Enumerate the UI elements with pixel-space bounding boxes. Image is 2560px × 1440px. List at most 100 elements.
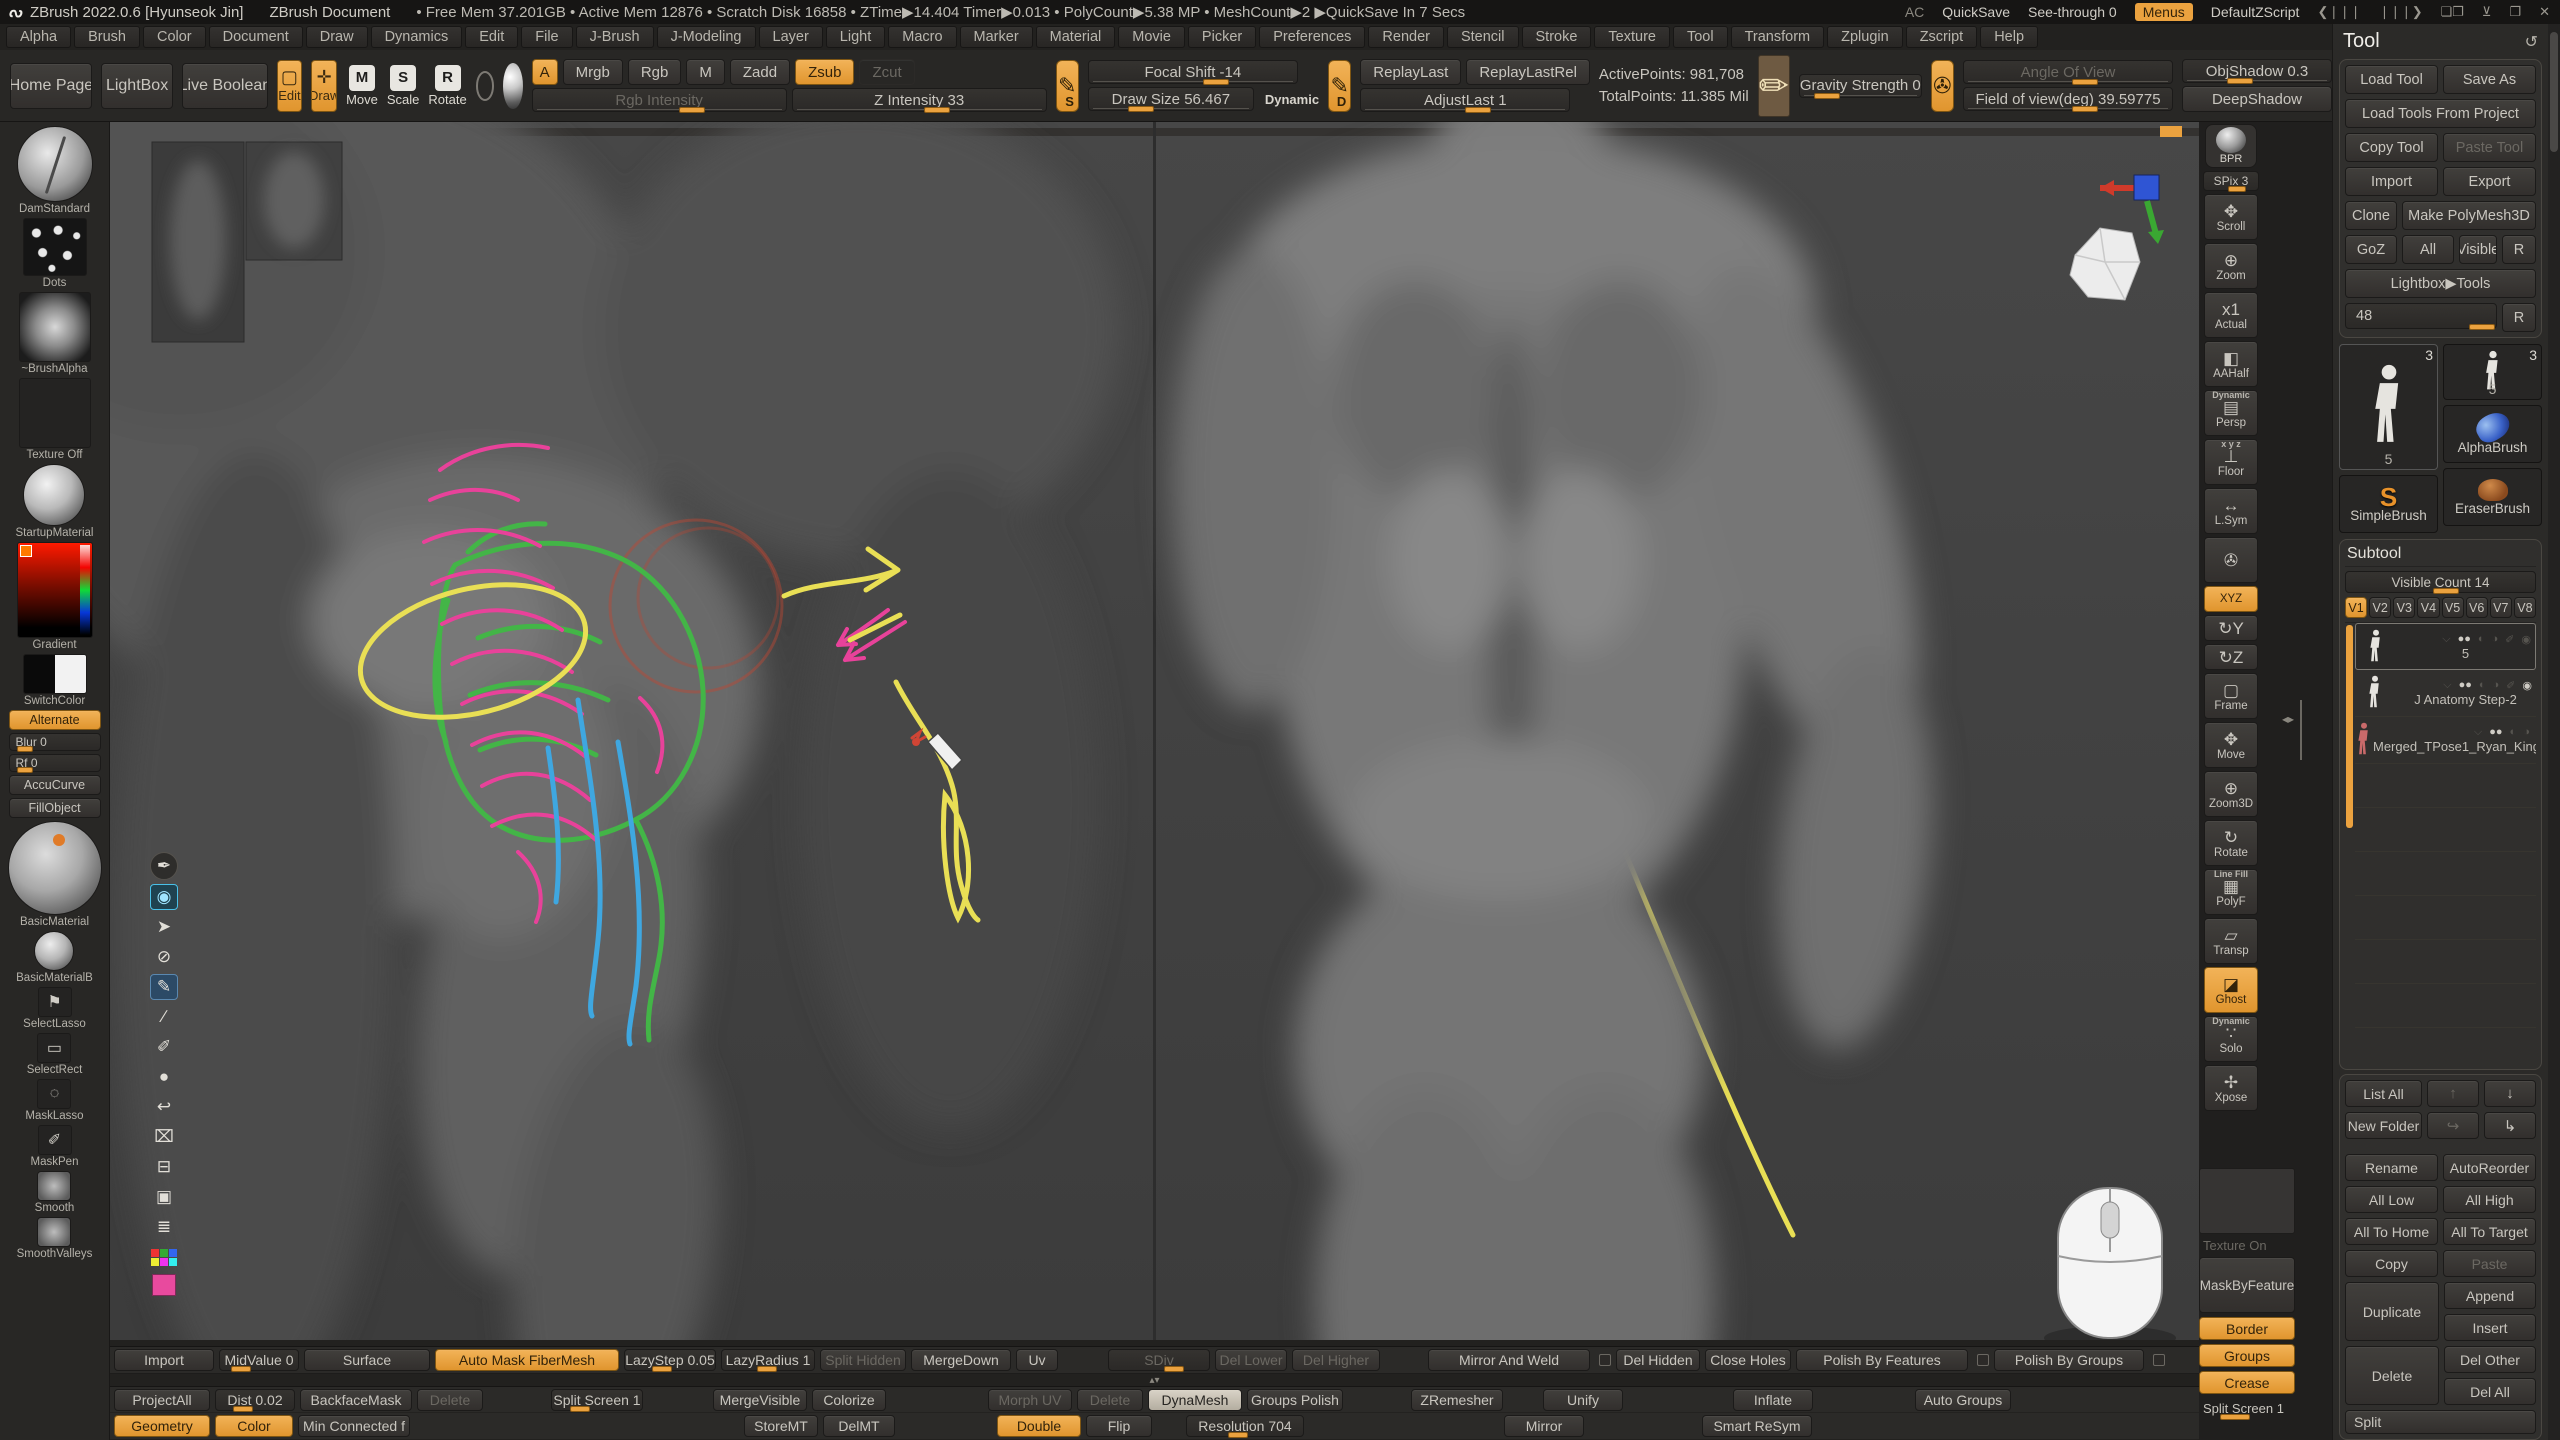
field-of-view-slider[interactable]: Field of view(deg) 39.59775 — [1963, 87, 2173, 111]
visible-count-slider[interactable]: Visible Count 14 — [2345, 571, 2536, 593]
subtool-tab-v1[interactable]: V1 — [2345, 597, 2367, 618]
subtool-brush-icon[interactable]: ✐ — [2506, 679, 2515, 692]
subtool-pair-icon[interactable]: ●● — [2458, 633, 2471, 646]
subtool-tab-v8[interactable]: V8 — [2514, 597, 2536, 618]
resolution-704-slider[interactable]: Resolution 704 — [1186, 1415, 1304, 1437]
morph-uv-button[interactable]: Morph UV — [988, 1389, 1072, 1411]
mrgb-button[interactable]: Mrgb — [563, 59, 623, 85]
unify-button[interactable]: Unify — [1543, 1389, 1623, 1411]
subtool-flip-icon[interactable]: ⌵ — [2443, 679, 2451, 692]
subtool-scrollbar[interactable] — [2346, 625, 2353, 828]
persp-button[interactable]: Dynamic▤Persp — [2204, 390, 2258, 436]
aahalf-button[interactable]: ◧AAHalf — [2204, 341, 2258, 387]
clone-button[interactable]: Clone — [2345, 201, 2397, 230]
del-higher-button[interactable]: Del Higher — [1292, 1349, 1380, 1371]
texture-off-item[interactable]: Texture Off — [19, 378, 91, 461]
polish-by-features-button[interactable]: Polish By Features — [1796, 1349, 1968, 1371]
zremesher-button[interactable]: ZRemesher — [1411, 1389, 1503, 1411]
del-hidden-button[interactable]: Del Hidden — [1616, 1349, 1700, 1371]
subtool-half-icon[interactable]: ◑ — [2493, 679, 2500, 692]
delete-button[interactable]: Delete — [417, 1389, 483, 1411]
menu-macro[interactable]: Macro — [888, 26, 956, 48]
subtool-moon-icon[interactable]: ◐ — [2478, 633, 2485, 646]
cursor-icon[interactable]: ➤ — [150, 914, 178, 940]
auto-reorder-button[interactable]: AutoReorder — [2443, 1154, 2536, 1181]
rgb-intensity-slider[interactable]: Rgb Intensity — [532, 88, 787, 112]
stroke-preview-icon[interactable] — [476, 71, 494, 101]
switchcolor-item[interactable]: SwitchColor — [23, 654, 87, 707]
midvalue-0-slider[interactable]: MidValue 0 — [219, 1349, 299, 1371]
fillobject-button[interactable]: FillObject — [9, 798, 101, 818]
del-lower-button[interactable]: Del Lower — [1215, 1349, 1287, 1371]
load-tool-button[interactable]: Load Tool — [2345, 65, 2438, 94]
xyz-button[interactable]: XYZ — [2204, 586, 2258, 612]
move-button[interactable]: M Move — [346, 65, 378, 107]
subtool-half-icon[interactable]: ◑ — [2523, 726, 2530, 739]
del-other-button[interactable]: Del Other — [2444, 1346, 2536, 1373]
zcut-button[interactable]: Zcut — [859, 59, 914, 85]
save-as-button[interactable]: Save As — [2443, 65, 2536, 94]
polish-by-groups-button[interactable]: Polish By Groups — [1994, 1349, 2144, 1371]
subtool-empty-slot[interactable] — [2355, 852, 2536, 896]
floor-button[interactable]: x y z⊥Floor — [2204, 439, 2258, 485]
second-tool-thumbnail[interactable]: 3 5 — [2443, 344, 2542, 400]
auto-groups-button[interactable]: Auto Groups — [1915, 1389, 2011, 1411]
menu-light[interactable]: Light — [826, 26, 885, 48]
edit-mode-button[interactable]: ▢ Edit — [277, 60, 303, 112]
rgb-button[interactable]: Rgb — [628, 59, 682, 85]
make-polymesh3d-button[interactable]: Make PolyMesh3D — [2402, 201, 2536, 230]
l-sym-button[interactable]: ↔L.Sym — [2204, 488, 2258, 534]
menu-tool[interactable]: Tool — [1673, 26, 1728, 48]
rotate-button[interactable]: R Rotate — [428, 65, 466, 107]
split-hidden-button[interactable]: Split Hidden — [820, 1349, 906, 1371]
anchor-button[interactable]: A — [532, 59, 558, 85]
menu-edit[interactable]: Edit — [465, 26, 518, 48]
draw-mode-button[interactable]: ✛ Draw — [311, 60, 337, 112]
tool-count-r-button[interactable]: R — [2502, 303, 2536, 332]
palette-icon[interactable] — [150, 1244, 178, 1270]
split-button[interactable]: Split — [2345, 1410, 2536, 1434]
append-button[interactable]: Append — [2444, 1282, 2536, 1309]
paste-tool-button[interactable]: Paste Tool — [2443, 133, 2536, 162]
crease-button[interactable]: Crease — [2199, 1371, 2295, 1394]
menu-material[interactable]: Material — [1036, 26, 1116, 48]
export-button[interactable]: Export — [2443, 167, 2536, 196]
mirror-and-weld-button[interactable]: Mirror And Weld — [1428, 1349, 1590, 1371]
colorize-button[interactable]: Colorize — [812, 1389, 886, 1411]
copy-button[interactable]: Copy — [2345, 1250, 2438, 1277]
move-button[interactable]: ✥Move — [2204, 722, 2258, 768]
tool-count-slider[interactable]: 48 — [2345, 303, 2497, 329]
subtool-pair-icon[interactable]: ●● — [2489, 726, 2502, 739]
panel-divider[interactable] — [2300, 700, 2302, 760]
insert-button[interactable]: Insert — [2444, 1314, 2536, 1341]
basicmaterial-item[interactable]: BasicMaterial — [8, 821, 102, 928]
goz-button[interactable]: GoZ — [2345, 235, 2397, 264]
home-page-button[interactable]: Home Page — [10, 63, 92, 109]
selectrect-item[interactable]: ▭SelectRect — [27, 1033, 83, 1076]
uv-button[interactable]: Uv — [1016, 1349, 1058, 1371]
subtool-empty-slot[interactable] — [2355, 764, 2536, 808]
masklasso-item[interactable]: ◌MaskLasso — [25, 1079, 83, 1122]
copy-tool-button[interactable]: Copy Tool — [2345, 133, 2438, 162]
zsub-button[interactable]: Zsub — [795, 59, 854, 85]
focal-shift-slider[interactable]: Focal Shift -14 — [1088, 60, 1298, 84]
texture-preview[interactable] — [2199, 1168, 2295, 1234]
dynamic-label[interactable]: Dynamic — [1265, 92, 1319, 107]
subtool-item-merged-tpose1-ryan-kingslien[interactable]: ⌵●●◐◑✐◉Merged_TPose1_Ryan_Kingslien — [2355, 717, 2536, 764]
paste-button[interactable]: Paste — [2443, 1250, 2536, 1277]
menu-stencil[interactable]: Stencil — [1447, 26, 1519, 48]
alpha-brush-thumbnail[interactable]: AlphaBrush — [2443, 405, 2542, 463]
menu-render[interactable]: Render — [1368, 26, 1444, 48]
subtool-moon-icon[interactable]: ◐ — [2479, 679, 2486, 692]
layout-icon[interactable]: ❏❐ — [2441, 4, 2464, 20]
eye-icon[interactable]: ◉ — [150, 884, 178, 910]
obj-shadow-slider[interactable]: ObjShadow 0.3 — [2182, 59, 2332, 83]
import-button[interactable]: Import — [114, 1349, 214, 1371]
smoothvalleys-item[interactable]: SmoothValleys — [17, 1217, 93, 1260]
lazystep-0-05-slider[interactable]: LazyStep 0.05 — [624, 1349, 716, 1371]
rename-button[interactable]: Rename — [2345, 1154, 2438, 1181]
subtool-tab-v6[interactable]: V6 — [2466, 597, 2488, 618]
move-out-icon[interactable]: ↪ — [2427, 1112, 2479, 1139]
menu-j-brush[interactable]: J-Brush — [576, 26, 654, 48]
startupmaterial-item[interactable]: StartupMaterial — [16, 464, 94, 539]
